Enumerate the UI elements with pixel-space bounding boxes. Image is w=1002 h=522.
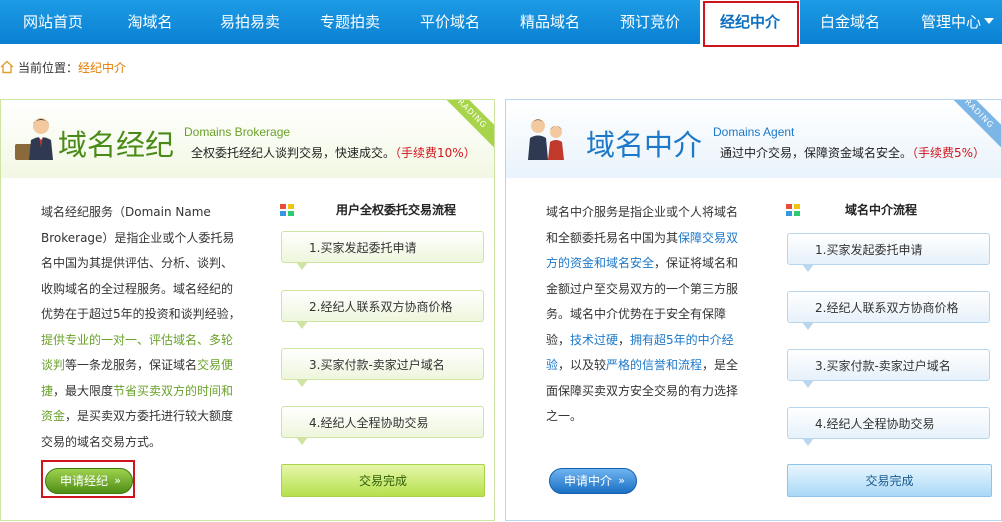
brokerage-desc-text: 全权委托经纪人谈判交易，快速成交。 <box>191 146 396 160</box>
agent-step-2: 2.经纪人联系双方协商价格 <box>787 291 990 330</box>
apply-agent-label: 申请中介 <box>564 474 613 488</box>
agent-body-h2: 技术过硬 <box>570 332 619 347</box>
breadcrumb: 当前位置： 经纪中介 <box>0 58 126 76</box>
brokerage-desc: 全权委托经纪人谈判交易，快速成交。（手续费10%） <box>191 144 476 161</box>
nav-brokerage-agent-label: 经纪中介 <box>719 13 780 31</box>
agent-body-h4: 严格的信誉和流程 <box>606 358 703 372</box>
agent-avatar-icon <box>528 119 564 160</box>
nav-fixed-price[interactable]: 平价域名 <box>400 0 500 44</box>
agent-subtitle: Domains Agent <box>713 125 795 139</box>
agent-fee: （手续费5%） <box>912 146 986 160</box>
nav-platinum-domain[interactable]: 白金域名 <box>800 0 900 44</box>
nav-premium-domain[interactable]: 精品域名 <box>500 0 600 44</box>
brokerage-fee: （手续费10%） <box>395 146 476 160</box>
brokerage-step-2: 2.经纪人联系双方协商价格 <box>281 290 484 329</box>
home-icon <box>0 60 14 74</box>
agent-flow-title-text: 域名中介流程 <box>845 203 918 217</box>
nav-management-center[interactable]: 管理中心 <box>900 0 1002 44</box>
apply-brokerage-button[interactable]: 申请经纪 » <box>45 468 133 494</box>
brokerage-body-p1: 域名经纪服务（Domain Name Brokerage）是指企业或个人委托易名… <box>41 205 241 321</box>
agent-body-p3: ， <box>618 332 631 347</box>
agent-desc-text: 通过中介交易，保障资金域名安全。 <box>720 146 913 160</box>
breadcrumb-label: 当前位置： <box>18 60 79 75</box>
breadcrumb-current[interactable]: 经纪中介 <box>78 59 126 76</box>
brokerage-description: 域名经纪服务（Domain Name Brokerage）是指企业或个人委托易名… <box>41 200 241 455</box>
brokerage-flow-title: 用户全权委托交易流程 <box>280 201 456 218</box>
agent-body-p4: ，以及较 <box>558 358 607 372</box>
grid-icon <box>786 203 800 216</box>
brokerage-done-button[interactable]: 交易完成 <box>281 464 485 497</box>
nav-yipai-yimai[interactable]: 易拍易卖 <box>200 0 300 44</box>
brokerage-body-p4: ，是买卖双方委托进行较大额度交易的域名交易方式。 <box>41 409 234 449</box>
agent-step-1: 1.买家发起委托申请 <box>787 233 990 272</box>
agent-header <box>506 100 1001 178</box>
brokerage-subtitle: Domains Brokerage <box>184 125 291 139</box>
chevron-down-icon <box>984 18 995 24</box>
agent-title: 域名中介 <box>586 128 703 162</box>
double-chevron-right-icon: » <box>618 474 625 487</box>
agent-panel: TRADING 域名中介 Domains Agent 通过中介交易，保障资金域名… <box>505 99 1002 521</box>
brokerage-step-1: 1.买家发起委托申请 <box>281 231 484 270</box>
brokerage-step-3: 3.买家付款-卖家过户域名 <box>281 348 484 387</box>
brokerage-flow-title-text: 用户全权委托交易流程 <box>336 203 457 217</box>
brokerage-title: 域名经纪 <box>58 128 175 162</box>
grid-icon <box>280 203 294 216</box>
agent-description: 域名中介服务是指企业或个人将域名和全额委托易名中国为其保障交易双方的资金和域名安… <box>546 200 746 430</box>
double-chevron-right-icon: » <box>114 474 121 487</box>
brokerage-panel: TRADING 域名经纪 Domains Brokerage 全权委托经纪人谈判… <box>0 99 495 521</box>
agent-desc: 通过中介交易，保障资金域名安全。（手续费5%） <box>720 144 985 161</box>
nav-management-label: 管理中心 <box>921 13 982 31</box>
agent-step-4: 4.经纪人全程协助交易 <box>787 407 990 446</box>
nav-brokerage-agent[interactable]: 经纪中介 <box>700 0 800 47</box>
apply-brokerage-label: 申请经纪 <box>60 474 109 488</box>
brokerage-body-p2: 等一条龙服务，保证域名 <box>65 358 198 372</box>
agent-done-button[interactable]: 交易完成 <box>787 464 992 497</box>
brokerage-body-p3: ，最大限度 <box>53 383 114 398</box>
top-nav: 网站首页 淘域名 易拍易卖 专题拍卖 平价域名 精品域名 预订竞价 经纪中介 白… <box>0 0 1002 47</box>
brokerage-step-4: 4.经纪人全程协助交易 <box>281 406 484 445</box>
agent-step-3: 3.买家付款-卖家过户域名 <box>787 349 990 388</box>
agent-flow-title: 域名中介流程 <box>786 201 917 218</box>
broker-avatar-icon <box>15 118 53 160</box>
nav-home[interactable]: 网站首页 <box>0 0 100 44</box>
nav-special-auction[interactable]: 专题拍卖 <box>300 0 400 44</box>
nav-tao-domain[interactable]: 淘域名 <box>100 0 200 44</box>
nav-reserve-bid[interactable]: 预订竞价 <box>600 0 700 44</box>
apply-agent-button[interactable]: 申请中介 » <box>549 468 637 494</box>
